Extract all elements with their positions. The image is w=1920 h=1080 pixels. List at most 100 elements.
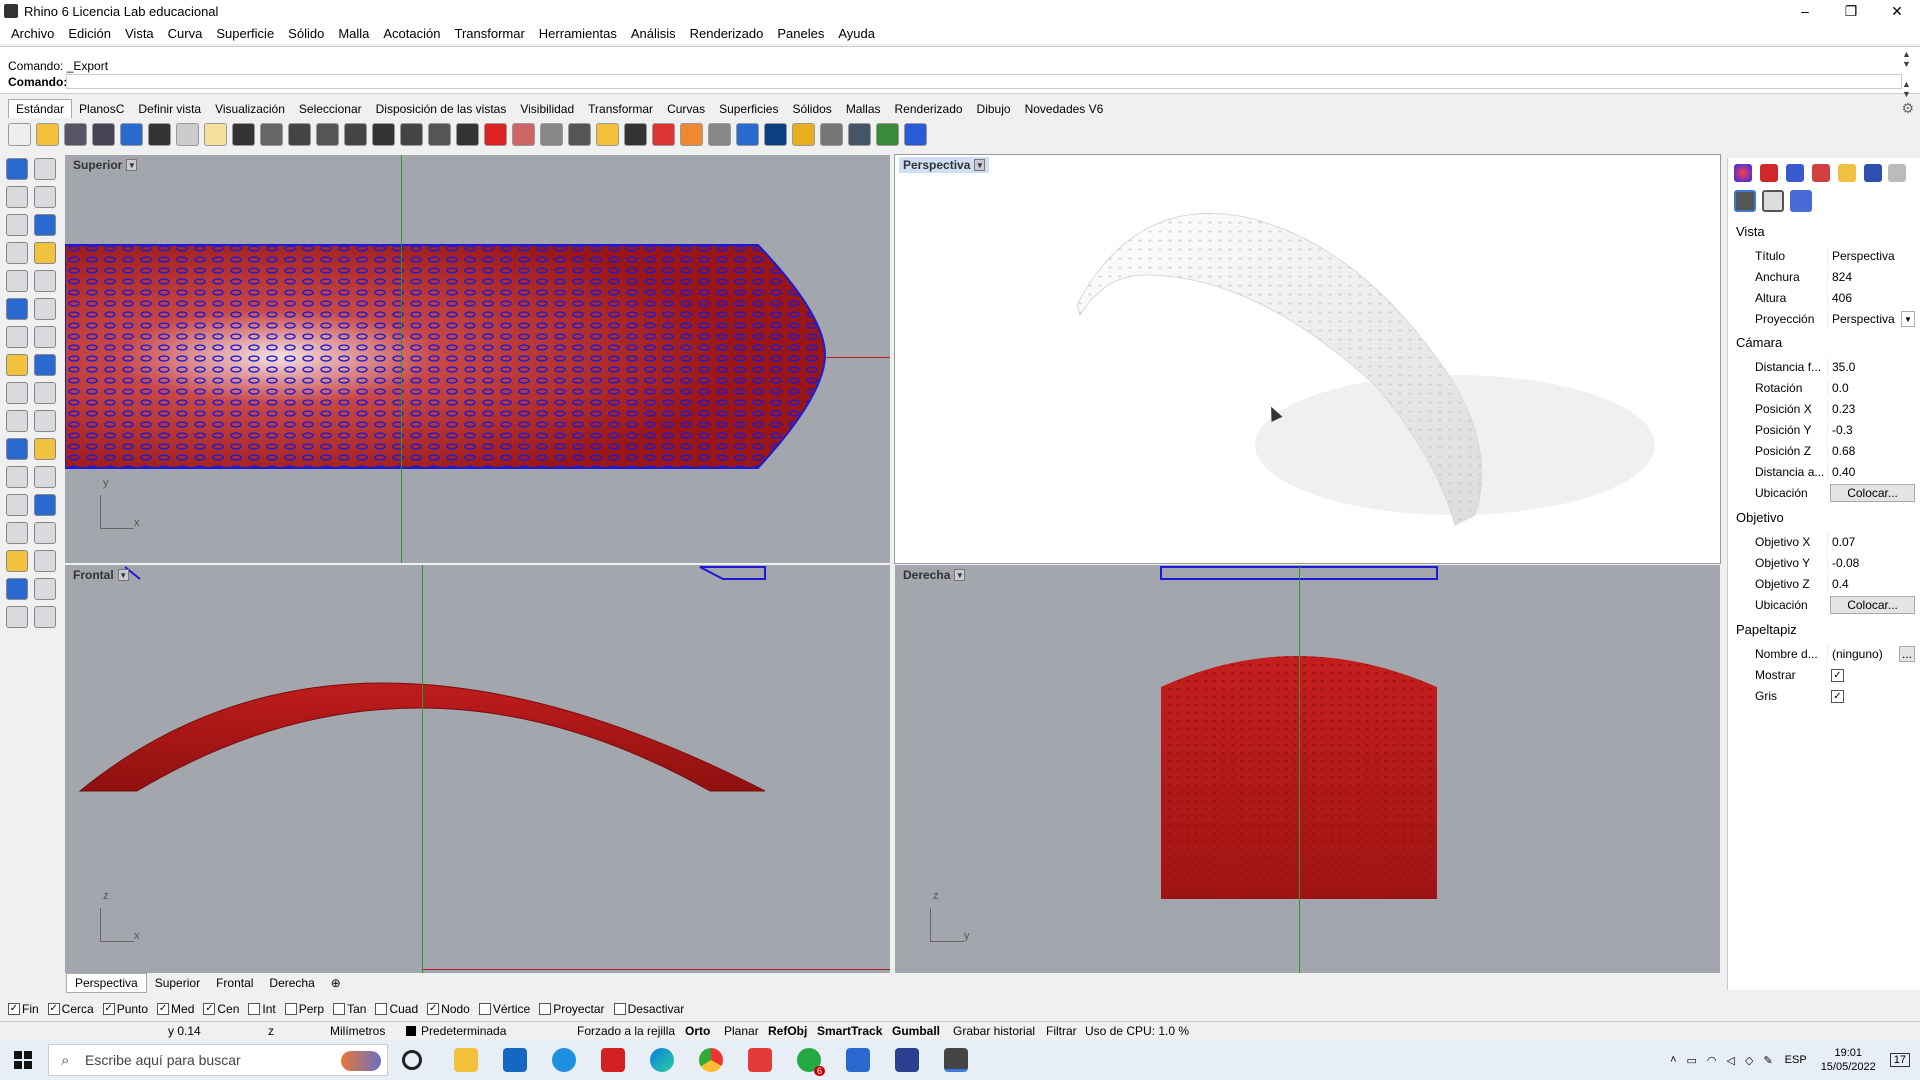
command-input[interactable] — [66, 74, 1902, 89]
patch-icon[interactable] — [34, 354, 56, 376]
value-field[interactable]: 406 — [1827, 289, 1915, 307]
menu-solido[interactable]: Sólido — [281, 26, 331, 41]
history-toggle[interactable]: Grabar historial — [953, 1024, 1035, 1038]
dropbox-icon[interactable]: ◇ — [1745, 1054, 1753, 1067]
osnap-checkbox[interactable]: ✓ — [203, 1003, 216, 1015]
array-icon[interactable] — [6, 522, 28, 544]
osnap-10[interactable]: Vértice — [478, 1002, 530, 1016]
cut-icon[interactable] — [148, 122, 171, 146]
outlook-icon[interactable] — [503, 1048, 527, 1072]
menu-renderizado[interactable]: Renderizado — [683, 26, 771, 41]
value-field[interactable]: -0.08 — [1827, 554, 1915, 572]
value-field[interactable]: 0.4 — [1827, 575, 1915, 593]
rectangle-icon[interactable] — [6, 242, 28, 264]
pen-icon[interactable]: ✎ — [1763, 1054, 1772, 1067]
tab-visualizacion[interactable]: Visualización — [208, 100, 292, 118]
tab-estandar[interactable]: Estándar — [8, 99, 73, 118]
viewport-label-right[interactable]: Derecha ▼ — [899, 567, 969, 583]
viewport-front[interactable]: z x Frontal ▼ — [65, 565, 890, 973]
osnap-12[interactable]: Desactivar — [613, 1002, 684, 1016]
four-views-icon[interactable] — [456, 122, 479, 146]
network-icon[interactable]: ◠ — [1707, 1054, 1717, 1067]
globe-icon[interactable] — [876, 122, 899, 146]
tab-planosc[interactable]: PlanosC — [72, 100, 131, 118]
osnap-checkbox[interactable] — [539, 1003, 552, 1015]
taskbar-search-input[interactable]: ⌕ Escribe aquí para buscar — [48, 1044, 388, 1076]
osnap-checkbox[interactable]: ✓ — [102, 1003, 115, 1015]
viewport-properties-icon[interactable] — [1762, 190, 1784, 212]
osnap-6[interactable]: Perp — [284, 1002, 324, 1016]
value-field[interactable]: 35.0 — [1827, 358, 1915, 376]
analyze-icon[interactable] — [6, 578, 28, 600]
zoom-window-icon[interactable] — [344, 122, 367, 146]
value-field[interactable]: 0.07 — [1827, 533, 1915, 551]
menu-curva[interactable]: Curva — [161, 26, 210, 41]
dimension-icon[interactable] — [34, 494, 56, 516]
surface-icon[interactable] — [6, 298, 28, 320]
viewport-menu-icon[interactable]: ▼ — [954, 569, 966, 581]
osnap-checkbox[interactable]: ✓ — [47, 1003, 60, 1015]
add-viewport-tab-icon[interactable]: ⊕ — [323, 974, 349, 992]
text-icon[interactable] — [6, 494, 28, 516]
volume-icon[interactable]: ◁ — [1727, 1054, 1735, 1067]
osnap-5[interactable]: Int — [248, 1002, 276, 1016]
viewport-menu-icon[interactable]: ▼ — [974, 159, 986, 171]
grid-snap-toggle[interactable]: Forzado a la rejilla — [577, 1024, 675, 1038]
value-field[interactable]: -0.3 — [1827, 421, 1915, 439]
windows-start-icon[interactable] — [14, 1051, 32, 1069]
toolbar-settings-icon[interactable]: ⚙ — [1901, 100, 1914, 117]
extrude-icon[interactable] — [34, 298, 56, 320]
grid-icon[interactable] — [568, 122, 591, 146]
show-checkbox[interactable]: ✓ — [1831, 668, 1844, 682]
tray-overflow-icon[interactable]: ˄ — [1670, 1054, 1676, 1066]
menu-edicion[interactable]: Edición — [61, 26, 118, 41]
tab-transformar[interactable]: Transformar — [581, 100, 660, 118]
place-target-button[interactable]: Colocar... — [1830, 596, 1915, 614]
value-field[interactable]: 824 — [1827, 268, 1915, 286]
blend-icon[interactable] — [34, 466, 56, 488]
print-icon[interactable] — [92, 122, 115, 146]
osnap-8[interactable]: Cuad — [375, 1002, 418, 1016]
open-icon[interactable] — [36, 122, 59, 146]
place-camera-button[interactable]: Colocar... — [1830, 484, 1915, 502]
import-icon[interactable] — [120, 122, 143, 146]
materials-panel-icon[interactable] — [1760, 164, 1778, 182]
osnap-0[interactable]: ✓ Fin — [8, 1002, 39, 1016]
panel-options-icon[interactable] — [1888, 164, 1906, 182]
help-icon[interactable] — [904, 122, 927, 146]
osnap-checkbox[interactable] — [375, 1003, 388, 1015]
menu-herramientas[interactable]: Herramientas — [532, 26, 624, 41]
box-icon[interactable] — [6, 326, 28, 348]
osnap-checkbox[interactable] — [478, 1003, 491, 1015]
file-explorer-icon[interactable] — [454, 1048, 478, 1072]
car-icon[interactable] — [484, 122, 507, 146]
copy-icon[interactable] — [176, 122, 199, 146]
anydesk-icon[interactable] — [748, 1048, 772, 1072]
polygon-icon[interactable] — [34, 242, 56, 264]
menu-analisis[interactable]: Análisis — [624, 26, 683, 41]
filter-toggle[interactable]: Filtrar — [1046, 1024, 1077, 1038]
light-icon[interactable] — [34, 606, 56, 628]
check-icon[interactable] — [34, 578, 56, 600]
osnap-1[interactable]: ✓ Cerca — [47, 1002, 94, 1016]
notifications-icon[interactable]: 17 — [1889, 1053, 1910, 1067]
bus-icon[interactable] — [512, 122, 535, 146]
polyline-icon[interactable] — [6, 186, 28, 208]
value-field[interactable]: 0.68 — [1827, 442, 1915, 460]
tab-seleccionar[interactable]: Seleccionar — [292, 100, 369, 118]
viewport-tab-superior[interactable]: Superior — [147, 974, 208, 992]
menu-ayuda[interactable]: Ayuda — [831, 26, 882, 41]
menu-archivo[interactable]: Archivo — [4, 26, 61, 41]
tab-visibilidad[interactable]: Visibilidad — [513, 100, 581, 118]
render-icon[interactable] — [764, 122, 787, 146]
viewport-tab-perspectiva[interactable]: Perspectiva — [66, 973, 147, 993]
units[interactable]: Milímetros — [330, 1024, 385, 1038]
move-view-icon[interactable] — [288, 122, 311, 146]
folder-panel-icon[interactable] — [1838, 164, 1856, 182]
menu-paneles[interactable]: Paneles — [770, 26, 831, 41]
osnap-4[interactable]: ✓ Cen — [203, 1002, 239, 1016]
language-indicator[interactable]: ESP — [1785, 1054, 1807, 1066]
layers-panel-icon[interactable] — [1864, 164, 1882, 182]
smarttrack-toggle[interactable]: SmartTrack — [817, 1024, 882, 1038]
sphere-icon[interactable] — [736, 122, 759, 146]
